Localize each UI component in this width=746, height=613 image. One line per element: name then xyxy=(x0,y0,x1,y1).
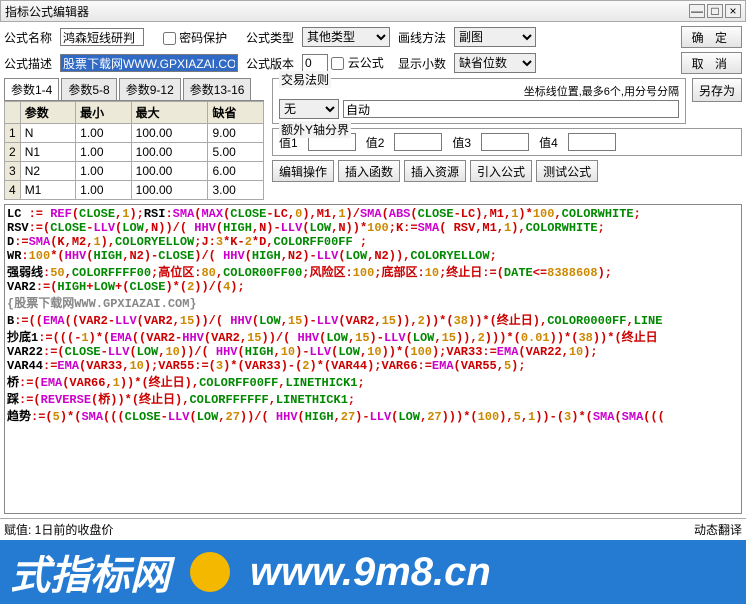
table-row[interactable]: 1N1.00100.009.00 xyxy=(5,124,264,143)
logo-icon xyxy=(190,552,230,592)
titlebar: 指标公式编辑器 — □ × xyxy=(0,0,746,22)
password-checkbox[interactable] xyxy=(163,32,176,45)
desc-label: 公式描述 xyxy=(4,55,52,72)
table-row[interactable]: 3N21.00100.006.00 xyxy=(5,162,264,181)
edit-button[interactable]: 编辑操作 xyxy=(272,160,334,182)
yaxis-group: 额外Y轴分界 值1 值2 值3 值4 xyxy=(272,128,742,156)
ver-label: 公式版本 xyxy=(246,55,294,72)
pwd-group: 密码保护 xyxy=(163,29,238,46)
import-button[interactable]: 引入公式 xyxy=(470,160,532,182)
decimals-select[interactable]: 缺省位数 xyxy=(454,53,536,73)
saveas-button[interactable]: 另存为 xyxy=(692,78,742,102)
type-label: 公式类型 xyxy=(246,29,294,46)
tab-params-13-16[interactable]: 参数13-16 xyxy=(183,78,252,100)
param-tabs: 参数1-4 参数5-8 参数9-12 参数13-16 xyxy=(4,78,264,101)
formula-name-input[interactable] xyxy=(60,28,144,46)
close-icon[interactable]: × xyxy=(725,4,741,18)
trade-rule-group: 交易法则 坐标线位置,最多6个,用分号分隔 无 xyxy=(272,78,686,124)
draw-label: 画线方法 xyxy=(398,29,446,46)
yval3-input[interactable] xyxy=(481,133,529,151)
formula-desc-input[interactable] xyxy=(60,54,238,72)
yval4-input[interactable] xyxy=(568,133,616,151)
test-button[interactable]: 测试公式 xyxy=(536,160,598,182)
tab-params-5-8[interactable]: 参数5-8 xyxy=(61,78,116,100)
tab-params-1-4[interactable]: 参数1-4 xyxy=(4,78,59,100)
cloud-checkbox[interactable] xyxy=(331,57,344,70)
ok-button[interactable]: 确 定 xyxy=(681,26,742,48)
table-row[interactable]: 2N11.00100.005.00 xyxy=(5,143,264,162)
trade-rule-select[interactable]: 无 xyxy=(279,99,339,119)
formula-type-select[interactable]: 其他类型 xyxy=(302,27,390,47)
code-editor[interactable]: LC := REF(CLOSE,1);RSI:SMA(MAX(CLOSE-LC,… xyxy=(4,204,742,514)
window-title: 指标公式编辑器 xyxy=(5,3,687,20)
tab-params-9-12[interactable]: 参数9-12 xyxy=(119,78,181,100)
table-row[interactable]: 4M11.00100.003.00 xyxy=(5,181,264,200)
draw-method-select[interactable]: 副图 xyxy=(454,27,536,47)
name-label: 公式名称 xyxy=(4,29,52,46)
footer-banner: 式指标网 www.9m8.cn xyxy=(0,540,746,604)
statusbar: 赋值: 1日前的收盘价 动态翻译 xyxy=(0,518,746,540)
cancel-button[interactable]: 取 消 xyxy=(681,52,742,74)
dec-label: 显示小数 xyxy=(398,55,446,72)
yval2-input[interactable] xyxy=(394,133,442,151)
minimize-icon[interactable]: — xyxy=(689,4,705,18)
version-input[interactable] xyxy=(302,54,328,72)
insert-func-button[interactable]: 插入函数 xyxy=(338,160,400,182)
coord-input[interactable] xyxy=(343,100,679,118)
insert-res-button[interactable]: 插入资源 xyxy=(404,160,466,182)
param-table: 参数最小最大缺省 1N1.00100.009.002N11.00100.005.… xyxy=(4,101,264,200)
maximize-icon[interactable]: □ xyxy=(707,4,723,18)
